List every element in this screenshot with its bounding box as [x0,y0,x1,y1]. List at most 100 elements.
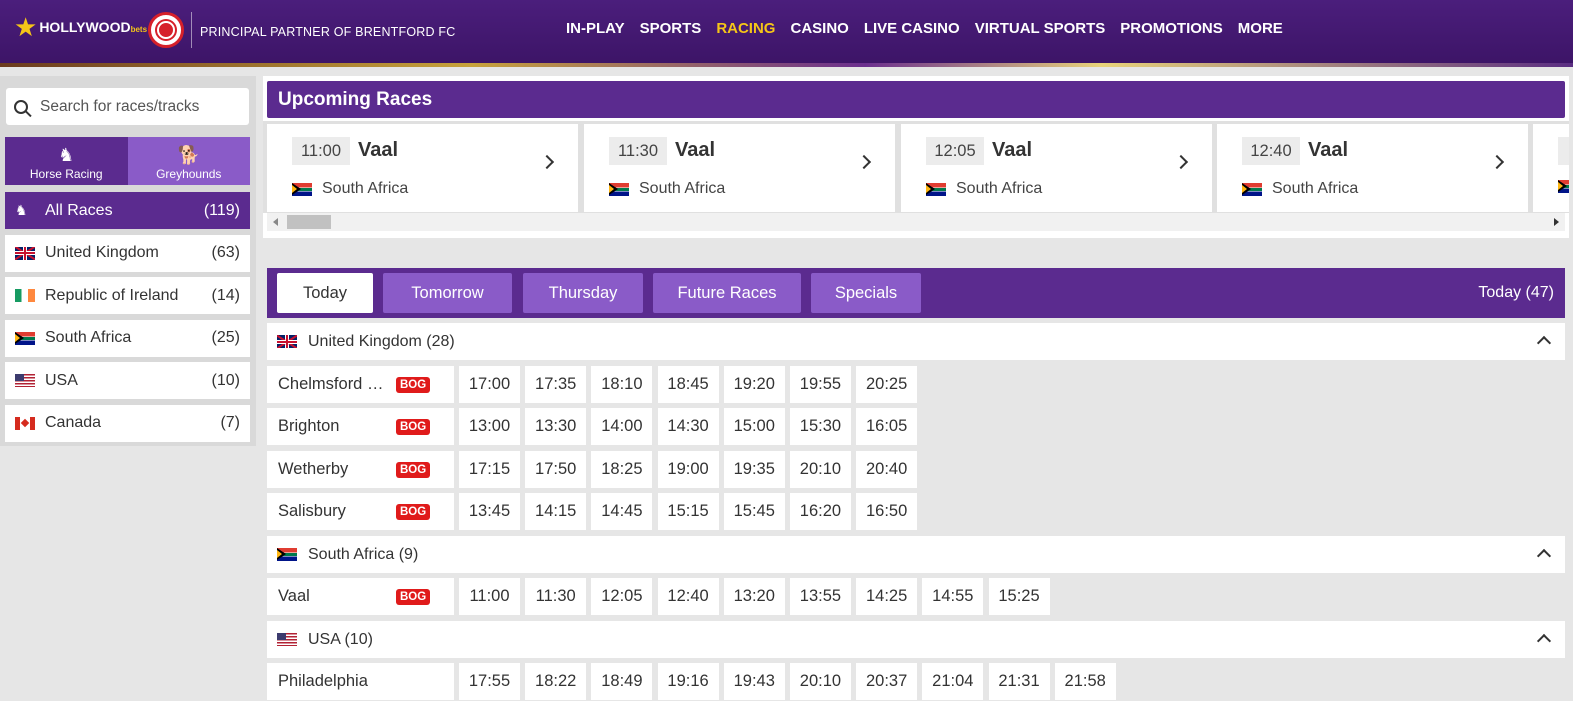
tab-thursday[interactable]: Thursday [523,273,643,313]
race-time-button[interactable]: 18:45 [657,366,719,403]
race-time-button[interactable]: 15:15 [657,493,719,530]
race-time-button[interactable]: 19:16 [657,663,719,700]
race-time-button[interactable]: 17:00 [459,366,520,403]
race-time-button[interactable]: 13:45 [459,493,520,530]
race-time-button[interactable]: 12:05 [591,578,653,615]
nav-item-more[interactable]: MORE [1238,20,1283,37]
race-time-button[interactable]: 17:15 [459,451,520,488]
race-time-button[interactable]: 14:45 [591,493,653,530]
race-time-button[interactable]: 11:30 [525,578,587,615]
race-card-partial[interactable] [1533,124,1569,212]
race-time-button[interactable]: 16:20 [789,493,851,530]
tab-future-races[interactable]: Future Races [653,273,801,313]
track-name[interactable]: Vaal BOG [267,578,454,615]
race-time-button[interactable]: 18:49 [591,663,653,700]
race-time-button[interactable]: 19:35 [723,451,785,488]
chevron-right-icon [856,154,872,170]
nav-item-racing[interactable]: RACING [716,20,775,37]
section-header-south-africa[interactable]: South Africa (9) [267,536,1565,573]
scroll-thumb[interactable] [287,215,331,229]
race-time-button[interactable]: 19:00 [657,451,719,488]
race-time-button[interactable]: 16:05 [856,408,918,445]
scroll-right-arrow-icon[interactable] [1554,218,1559,226]
country-item-canada[interactable]: Canada (7) [5,404,250,442]
race-time-button[interactable]: 17:35 [525,366,587,403]
race-time-button[interactable]: 15:30 [789,408,851,445]
horse-racing-tab[interactable]: ♞ Horse Racing [5,137,128,185]
section-header-uk[interactable]: United Kingdom (28) [267,323,1565,360]
race-time-button[interactable]: 13:30 [525,408,587,445]
race-time-button[interactable]: 15:00 [723,408,785,445]
race-time-button[interactable]: 13:20 [723,578,785,615]
search-box[interactable] [6,88,249,125]
race-venue: Vaal [992,139,1033,161]
track-name[interactable]: Philadelphia [267,663,454,700]
race-time-button[interactable]: 14:30 [657,408,719,445]
chevron-up-icon[interactable] [1536,548,1552,564]
country-item-united-kingdom[interactable]: United Kingdom (63) [5,234,250,272]
race-time-button[interactable]: 20:25 [856,366,918,403]
nav-item-in-play[interactable]: IN-PLAY [566,20,625,37]
nav-item-casino[interactable]: CASINO [790,20,848,37]
track-name[interactable]: Salisbury BOG [267,493,454,530]
race-time-button[interactable]: 14:15 [525,493,587,530]
nav-item-sports[interactable]: SPORTS [640,20,702,37]
search-input[interactable] [40,97,230,116]
country-item-all-races[interactable]: ♞ All Races (119) [5,192,250,229]
race-time-button[interactable]: 18:10 [591,366,653,403]
race-time-button[interactable]: 18:25 [591,451,653,488]
race-time-button[interactable]: 21:04 [922,663,984,700]
nav-item-virtual-sports[interactable]: VIRTUAL SPORTS [975,20,1106,37]
race-time-button[interactable]: 20:10 [789,451,851,488]
track-name[interactable]: Brighton BOG [267,408,454,445]
tab-specials[interactable]: Specials [811,273,921,313]
nav-item-live-casino[interactable]: LIVE CASINO [864,20,960,37]
race-time-button[interactable]: 21:31 [988,663,1050,700]
track-name[interactable]: Wetherby BOG [267,451,454,488]
race-time-button[interactable]: 20:40 [856,451,918,488]
bog-badge: BOG [396,377,431,393]
tab-tomorrow[interactable]: Tomorrow [383,273,512,313]
chevron-up-icon[interactable] [1536,335,1552,351]
hollywoodbets-logo[interactable]: ★ HOLLYWOODbets [14,14,147,40]
race-time-button[interactable]: 14:25 [856,578,918,615]
race-time-button[interactable]: 15:25 [988,578,1050,615]
race-time-button[interactable]: 20:10 [789,663,851,700]
race-time-button[interactable]: 19:20 [723,366,785,403]
race-time-button[interactable]: 18:22 [525,663,587,700]
race-card[interactable]: 12:40 Vaal South Africa [1217,124,1528,212]
race-time-button[interactable]: 12:40 [657,578,719,615]
scroll-left-arrow-icon[interactable] [273,218,278,226]
chevron-right-icon [1173,154,1189,170]
race-time-button[interactable]: 20:37 [856,663,918,700]
race-time-button[interactable]: 19:43 [723,663,785,700]
greyhounds-tab[interactable]: 🐕 Greyhounds [127,137,250,185]
race-time-button[interactable]: 19:55 [789,366,851,403]
section-title: South Africa (9) [308,545,419,563]
race-time-button[interactable]: 13:00 [459,408,520,445]
country-count: (63) [211,244,240,261]
country-item-usa[interactable]: USA (10) [5,362,250,399]
country-label: Canada [45,414,102,431]
race-time-button[interactable]: 14:55 [922,578,984,615]
race-time-button[interactable]: 11:00 [459,578,520,615]
track-name[interactable]: Chelmsford City BOG [267,366,454,403]
race-time-button[interactable]: 14:00 [591,408,653,445]
race-card[interactable]: 11:30 Vaal South Africa [584,124,895,212]
country-item-ireland[interactable]: Republic of Ireland (14) [5,277,250,314]
country-item-south-africa[interactable]: South Africa (25) [5,319,250,357]
nav-item-promotions[interactable]: PROMOTIONS [1120,20,1223,37]
chevron-up-icon[interactable] [1536,633,1552,649]
race-time-button[interactable]: 17:55 [459,663,520,700]
race-card[interactable]: 12:05 Vaal South Africa [901,124,1212,212]
race-time-button[interactable]: 17:50 [525,451,587,488]
tab-today[interactable]: Today [277,273,373,313]
section-header-usa[interactable]: USA (10) [267,621,1565,658]
race-time-button[interactable]: 13:55 [789,578,851,615]
race-time-button[interactable]: 16:50 [856,493,918,530]
race-card[interactable]: 11:00 Vaal South Africa [267,124,578,212]
carousel-scrollbar[interactable] [267,213,1565,231]
south-africa-flag-icon [609,182,629,196]
race-time-button[interactable]: 21:58 [1054,663,1116,700]
race-time-button[interactable]: 15:45 [723,493,785,530]
